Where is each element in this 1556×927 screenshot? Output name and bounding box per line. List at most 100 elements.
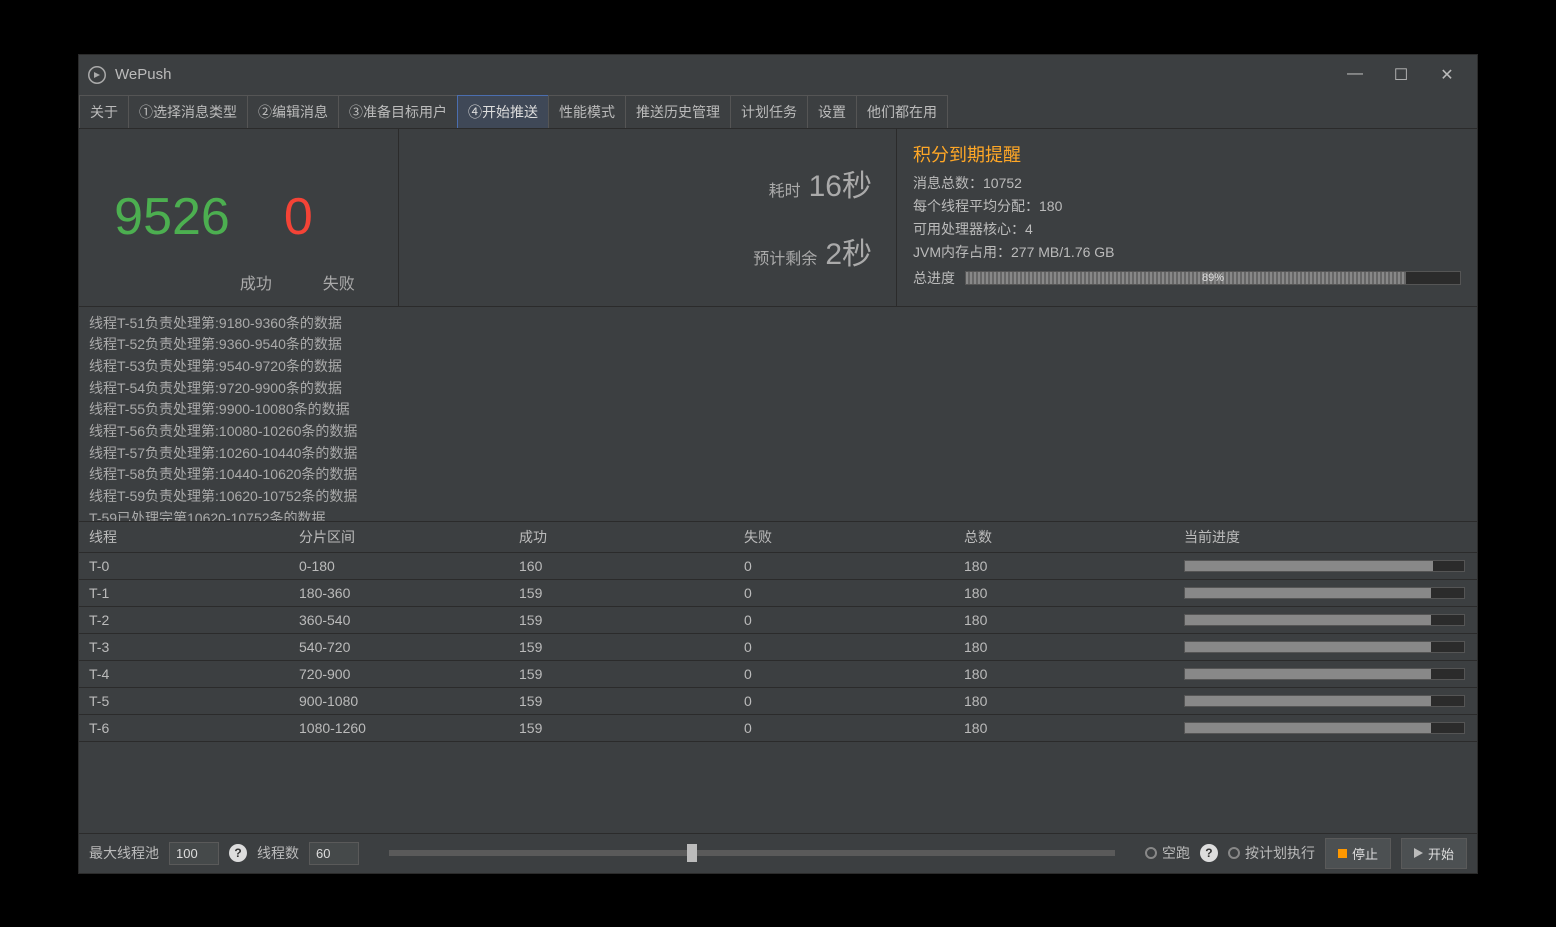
- table-cell: 159: [519, 639, 744, 655]
- table-cell: 180: [964, 612, 1184, 628]
- table-cell: T-4: [79, 666, 299, 682]
- tab-5[interactable]: 性能模式: [548, 95, 626, 128]
- thread-slider[interactable]: [389, 850, 1115, 856]
- progress-text: 89%: [966, 272, 1460, 284]
- schedule-label: 按计划执行: [1245, 843, 1315, 863]
- schedule-radio[interactable]: 按计划执行: [1228, 843, 1315, 863]
- log-area[interactable]: 线程T-51负责处理第:9180-9360条的数据线程T-52负责处理第:936…: [79, 307, 1477, 522]
- log-line: 线程T-59负责处理第:10620-10752条的数据: [89, 486, 1467, 508]
- table-header: 分片区间: [299, 527, 519, 547]
- stop-button[interactable]: 停止: [1325, 838, 1391, 869]
- table-cell: 180: [964, 558, 1184, 574]
- row-progress-bar: [1184, 722, 1465, 734]
- maximize-button[interactable]: ☐: [1389, 65, 1413, 85]
- counter-panel: 9526 成功 0 失败: [79, 129, 399, 306]
- minimize-button[interactable]: —: [1343, 65, 1367, 85]
- jvm-value: 277 MB/1.76 GB: [1011, 244, 1115, 260]
- row-progress-bar: [1184, 695, 1465, 707]
- table-cell: 180: [964, 720, 1184, 736]
- table-cell: 0: [744, 693, 964, 709]
- log-line: 线程T-54负责处理第:9720-9900条的数据: [89, 378, 1467, 400]
- log-line: 线程T-58负责处理第:10440-10620条的数据: [89, 464, 1467, 486]
- table-cell: 900-1080: [299, 693, 519, 709]
- table-header-row: 线程分片区间成功失败总数当前进度: [79, 522, 1477, 553]
- log-line: T-59已处理完第10620-10752条的数据: [89, 508, 1467, 522]
- maxpool-label: 最大线程池: [89, 843, 159, 863]
- timing-panel: 耗时 16秒 预计剩余 2秒: [399, 129, 897, 306]
- row-progress-cell: [1184, 641, 1477, 653]
- table-cell: 0: [744, 720, 964, 736]
- jvm-label: JVM内存占用：: [913, 244, 1011, 260]
- table-row: T-1180-3601590180: [79, 580, 1477, 607]
- slider-thumb[interactable]: [687, 844, 697, 862]
- cores-value: 4: [1025, 221, 1033, 237]
- table-cell: T-0: [79, 558, 299, 574]
- table-header: 线程: [79, 527, 299, 547]
- table-cell: 0: [744, 558, 964, 574]
- cores-label: 可用处理器核心：: [913, 221, 1025, 237]
- row-progress-cell: [1184, 668, 1477, 680]
- fail-count: 0: [284, 187, 313, 247]
- help-icon[interactable]: ?: [1200, 844, 1218, 862]
- remain-value: 2秒: [825, 229, 872, 273]
- table-row: T-2360-5401590180: [79, 607, 1477, 634]
- tab-8[interactable]: 设置: [807, 95, 857, 128]
- table-row: T-61080-12601590180: [79, 715, 1477, 742]
- tab-1[interactable]: ①选择消息类型: [128, 95, 248, 128]
- start-button[interactable]: 开始: [1401, 838, 1467, 869]
- remain-label: 预计剩余: [753, 245, 817, 269]
- tab-9[interactable]: 他们都在用: [856, 95, 948, 128]
- table-cell: 160: [519, 558, 744, 574]
- row-progress-bar: [1184, 560, 1465, 572]
- maxpool-input[interactable]: [169, 842, 219, 865]
- table-cell: 0: [744, 639, 964, 655]
- table-cell: 360-540: [299, 612, 519, 628]
- tab-2[interactable]: ②编辑消息: [247, 95, 339, 128]
- help-icon[interactable]: ?: [229, 844, 247, 862]
- dryrun-radio[interactable]: 空跑: [1145, 843, 1190, 863]
- close-button[interactable]: ✕: [1435, 65, 1459, 85]
- table-cell: 180: [964, 639, 1184, 655]
- app-window: WePush — ☐ ✕ 关于①选择消息类型②编辑消息③准备目标用户④开始推送性…: [78, 54, 1478, 874]
- overall-progress-bar: 89%: [965, 271, 1461, 285]
- table-cell: 180-360: [299, 585, 519, 601]
- table-cell: 0: [744, 666, 964, 682]
- table-row: T-00-1801600180: [79, 553, 1477, 580]
- total-value: 10752: [983, 175, 1022, 191]
- row-progress-cell: [1184, 587, 1477, 599]
- table-cell: T-1: [79, 585, 299, 601]
- table-cell: T-3: [79, 639, 299, 655]
- table-cell: 159: [519, 720, 744, 736]
- task-title: 积分到期提醒: [913, 141, 1461, 167]
- start-button-label: 开始: [1428, 844, 1454, 863]
- table-header: 成功: [519, 527, 744, 547]
- table-cell: T-2: [79, 612, 299, 628]
- log-line: 线程T-56负责处理第:10080-10260条的数据: [89, 421, 1467, 443]
- table-cell: 180: [964, 666, 1184, 682]
- row-progress-cell: [1184, 695, 1477, 707]
- tab-3[interactable]: ③准备目标用户: [338, 95, 458, 128]
- success-label: 成功: [240, 270, 272, 306]
- dryrun-label: 空跑: [1162, 843, 1190, 863]
- row-progress-bar: [1184, 641, 1465, 653]
- stop-button-label: 停止: [1352, 844, 1378, 863]
- tab-6[interactable]: 推送历史管理: [625, 95, 731, 128]
- fail-label: 失败: [323, 270, 355, 306]
- log-line: 线程T-52负责处理第:9360-9540条的数据: [89, 334, 1467, 356]
- table-row: T-4720-9001590180: [79, 661, 1477, 688]
- table-cell: 0-180: [299, 558, 519, 574]
- threadcount-input[interactable]: [309, 842, 359, 865]
- table-row: T-5900-10801590180: [79, 688, 1477, 715]
- tab-7[interactable]: 计划任务: [730, 95, 808, 128]
- table-cell: 159: [519, 612, 744, 628]
- success-count: 9526: [114, 187, 230, 247]
- bottom-bar: 最大线程池 ? 线程数 空跑 ? 按计划执行 停止 开始: [79, 833, 1477, 873]
- tab-0[interactable]: 关于: [79, 95, 129, 128]
- elapsed-label: 耗时: [769, 177, 801, 201]
- tab-bar: 关于①选择消息类型②编辑消息③准备目标用户④开始推送性能模式推送历史管理计划任务…: [79, 95, 1477, 129]
- stop-icon: [1338, 849, 1347, 858]
- info-panel: 积分到期提醒 消息总数：10752 每个线程平均分配：180 可用处理器核心：4…: [897, 129, 1477, 306]
- table-cell: 0: [744, 612, 964, 628]
- table-cell: 159: [519, 693, 744, 709]
- tab-4[interactable]: ④开始推送: [457, 95, 549, 128]
